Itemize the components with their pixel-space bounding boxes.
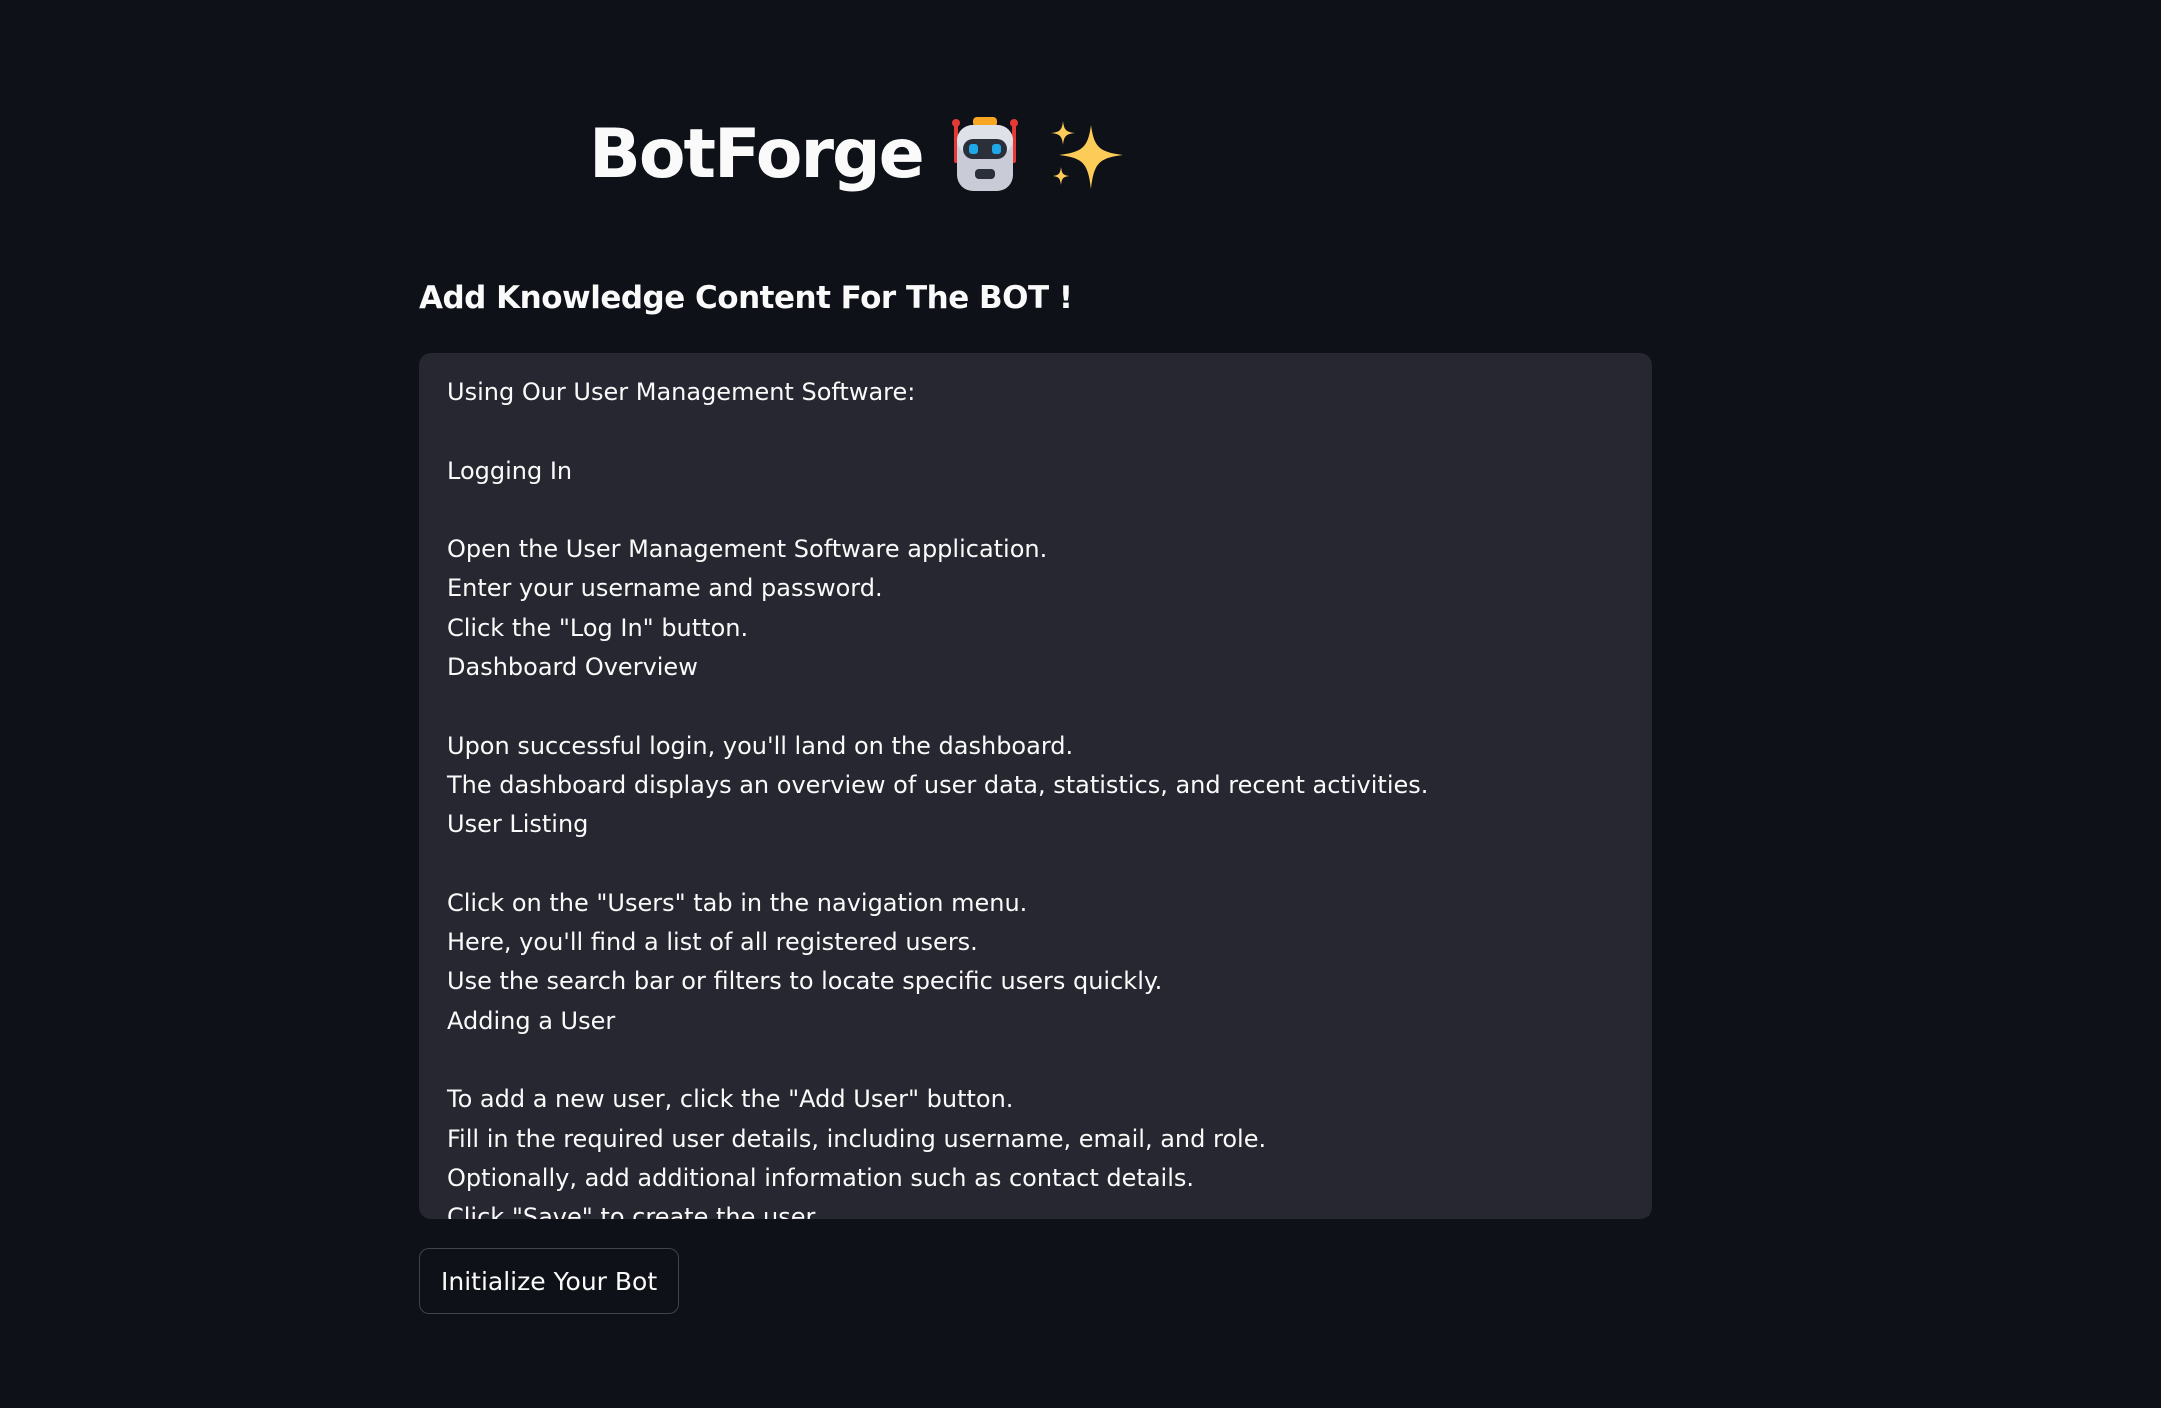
page-title: BotForge: [589, 115, 925, 194]
sparkles-emoji-icon: [1047, 115, 1127, 195]
robot-emoji-icon: [945, 115, 1025, 195]
resize-handle-icon[interactable]: [1641, 1208, 1651, 1219]
title-row: BotForge: [589, 100, 1127, 210]
knowledge-textarea-container: Using Our User Management Software: Logg…: [419, 353, 1652, 1219]
initialize-bot-button[interactable]: Initialize Your Bot: [419, 1248, 680, 1314]
knowledge-content-textarea[interactable]: Using Our User Management Software: Logg…: [419, 353, 1652, 1219]
main-container: BotForge Add Knowledge Content For The B…: [419, 0, 1653, 1408]
knowledge-subheader: Add Knowledge Content For The BOT !: [419, 280, 1073, 316]
